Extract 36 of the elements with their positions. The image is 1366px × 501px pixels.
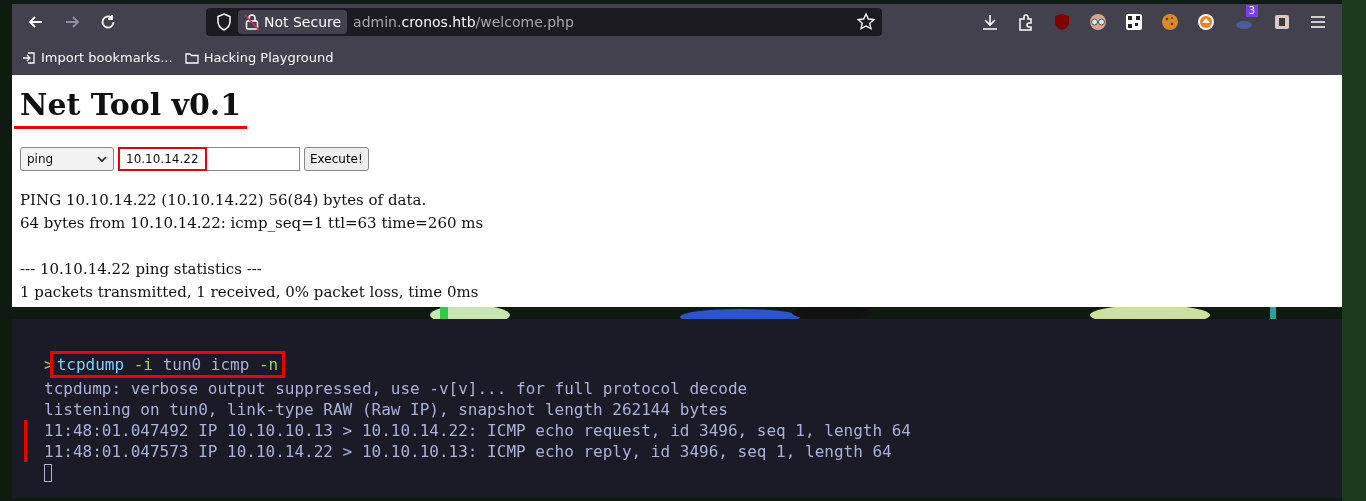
terminal-line: 11:48:01.047573 IP 10.10.14.22 > 10.10.10.13: ICMP echo reply, id 3496, seq 1, length 64 (24, 441, 892, 462)
command-dropdown[interactable]: ping (20, 147, 114, 171)
glasses-icon[interactable] (1088, 12, 1108, 32)
terminal-line: tcpdump: verbose output suppressed, use -v[v]... for full protocol decode (43, 378, 748, 399)
bookmark-item[interactable]: Hacking Playground (184, 50, 334, 65)
address-bar[interactable]: Not Secure admin.cronos.htb/welcome.php (206, 8, 882, 36)
broken-lock-icon (244, 13, 260, 31)
folder-icon (184, 50, 199, 65)
reload-icon (99, 13, 117, 31)
chevron-icon (97, 155, 107, 163)
terminal-line: listening on tun0, link-type RAW (Raw IP), snapshot length 262144 bytes (43, 399, 728, 420)
output-line: 64 bytes from 10.10.14.22: icmp_seq=1 ttl=63 time=260 ms (20, 213, 485, 234)
not-secure-badge[interactable]: Not Secure (238, 10, 348, 34)
bookmark-item[interactable]: Import bookmarks... (22, 50, 173, 65)
cookie-icon[interactable] (1160, 12, 1180, 32)
url-part: cronos.htb (401, 14, 476, 30)
host-input-field[interactable]: 10.10.14.22 (118, 147, 300, 171)
url-part: admin. (353, 14, 402, 30)
download-icon[interactable] (980, 12, 1000, 32)
shield-icon (216, 13, 232, 31)
cursor-icon (44, 464, 52, 482)
terminal-line: 11:48:01.047492 IP 10.10.10.13 > 10.10.14.22: ICMP echo request, id 3496, seq 1, length 64 (24, 420, 911, 441)
page-title: Net Tool v0.1 (14, 87, 248, 129)
execute-button[interactable]: Execute! (304, 147, 369, 171)
command-text: tcpdump -i tun0 icmp -n (49, 351, 286, 378)
tile-icon[interactable] (1272, 12, 1292, 32)
count-badge: 3 (1245, 5, 1258, 17)
output-line: PING 10.10.14.22 (10.10.14.22) 56(84) bytes of data. (20, 190, 428, 211)
security-label: Not Secure (264, 14, 342, 30)
output-line: 1 packets transmitted, 1 received, 0% packet loss, time 0ms (20, 282, 480, 303)
output-line: --- 10.10.14.22 ping statistics --- (20, 259, 263, 280)
qr-icon[interactable] (1124, 12, 1144, 32)
import-icon (22, 50, 36, 65)
star-icon[interactable] (856, 12, 876, 32)
host-value: 10.10.14.22 (118, 147, 207, 171)
url-part: /welcome.php (475, 14, 574, 30)
